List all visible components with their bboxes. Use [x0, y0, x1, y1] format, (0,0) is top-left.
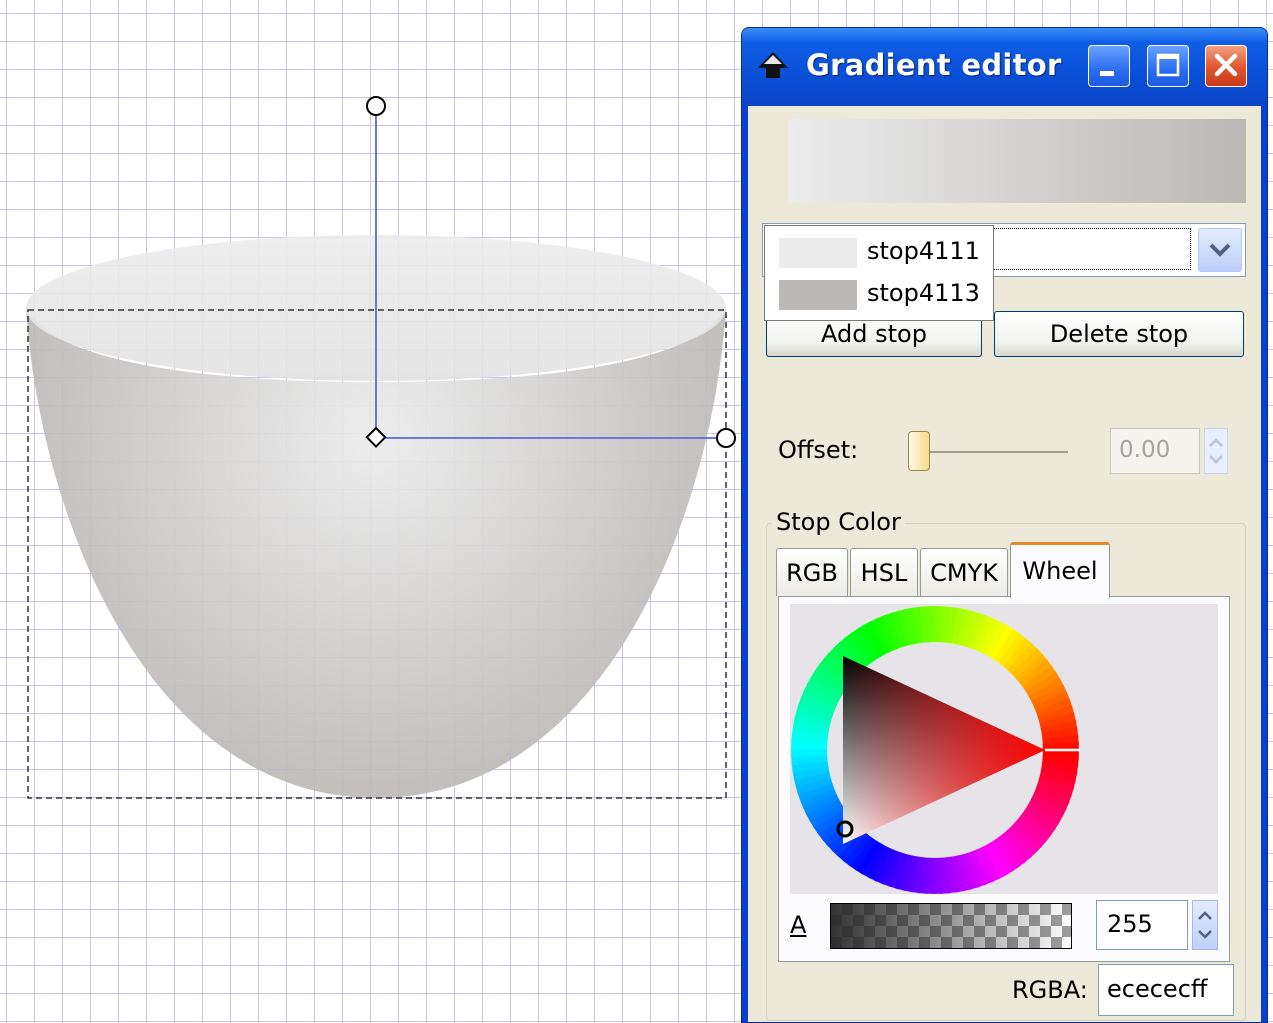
alpha-input[interactable]: 255 — [1096, 900, 1188, 950]
color-wheel[interactable] — [790, 604, 1218, 894]
close-icon — [1214, 53, 1238, 77]
dialog-body: stop4111 stop4113 Add stop Delete stop O… — [748, 106, 1261, 1022]
dialog-title: Gradient editor — [806, 48, 1062, 82]
sv-triangle[interactable] — [843, 656, 1045, 844]
alpha-label: A — [790, 911, 807, 939]
offset-input[interactable]: 0.00 — [1110, 428, 1200, 474]
close-button[interactable] — [1205, 45, 1247, 87]
maximize-icon — [1156, 53, 1180, 77]
stop-item[interactable]: stop4111 — [765, 230, 993, 272]
gradient-radius-handle-right[interactable] — [716, 428, 736, 448]
offset-label: Offset: — [778, 436, 859, 464]
gradient-preview — [788, 119, 1246, 203]
dropdown-button[interactable] — [1198, 228, 1242, 272]
alpha-slider[interactable] — [830, 903, 1072, 949]
stop-swatch — [779, 238, 857, 268]
minimize-icon — [1100, 71, 1114, 76]
rgba-input[interactable]: ecececff — [1098, 964, 1234, 1016]
focus-rect — [991, 228, 1191, 270]
tab-cmyk[interactable]: CMYK — [920, 548, 1008, 596]
stop-color-title: Stop Color — [772, 508, 905, 536]
alpha-spinner[interactable] — [1192, 900, 1218, 950]
offset-slider-thumb[interactable] — [908, 431, 930, 471]
stop-label: stop4111 — [867, 237, 980, 265]
spin-arrows-icon — [1198, 911, 1212, 939]
chevron-down-icon — [1209, 243, 1231, 257]
app-icon — [758, 52, 788, 78]
tab-hsl[interactable]: HSL — [850, 548, 918, 596]
stop-swatch — [779, 280, 857, 310]
stop-label: stop4113 — [867, 279, 980, 307]
offset-slider-track[interactable] — [918, 451, 1068, 453]
delete-stop-button[interactable]: Delete stop — [994, 311, 1244, 357]
title-bar[interactable]: Gradient editor — [742, 28, 1267, 106]
spin-arrows-icon — [1209, 438, 1223, 464]
tab-wheel[interactable]: Wheel — [1010, 542, 1110, 598]
minimize-button[interactable] — [1088, 45, 1130, 87]
gradient-editor-dialog: Gradient editor stop4111 stop4113 Add st… — [741, 27, 1268, 1023]
rgba-label: RGBA: — [1012, 976, 1088, 1004]
stop-list-popup[interactable]: stop4111 stop4113 — [764, 225, 994, 321]
offset-spinner[interactable] — [1204, 428, 1228, 474]
tab-rgb[interactable]: RGB — [776, 548, 848, 596]
gradient-radius-handle-top[interactable] — [366, 96, 386, 116]
stop-item[interactable]: stop4113 — [765, 272, 993, 314]
maximize-button[interactable] — [1147, 45, 1189, 87]
